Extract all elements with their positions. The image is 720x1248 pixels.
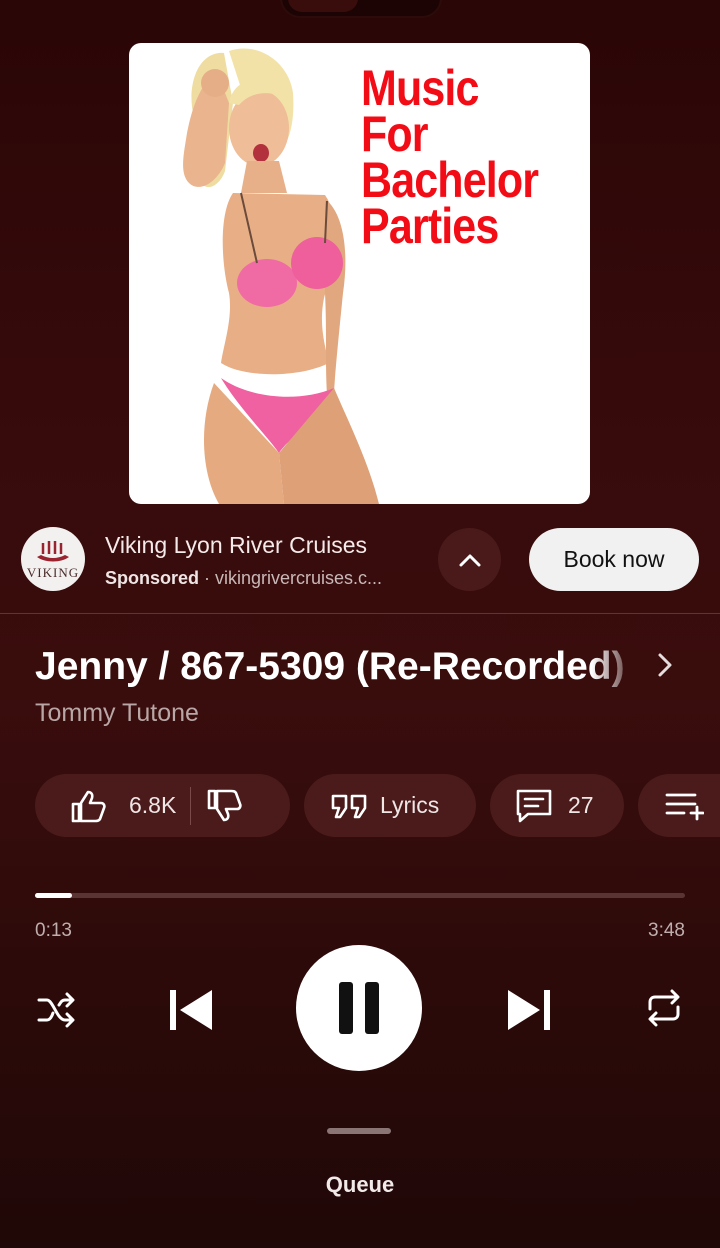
ad-expand-button[interactable]	[438, 528, 501, 591]
chevron-up-icon	[459, 554, 480, 566]
album-title-line-4: Parties	[361, 198, 499, 254]
thumbs-up-icon	[71, 790, 106, 822]
album-title-text: Music For Bachelor Parties	[361, 60, 555, 254]
pause-button[interactable]	[296, 945, 422, 1071]
shuffle-button[interactable]	[30, 984, 82, 1036]
album-title-line-1: Music	[361, 60, 479, 116]
thumbs-down-icon	[208, 789, 242, 821]
comment-count: 27	[568, 792, 594, 818]
top-segment-toggle[interactable]	[280, 0, 442, 18]
lyrics-quote-icon	[331, 794, 367, 818]
lyrics-button[interactable]: Lyrics	[304, 774, 476, 837]
sponsored-label: Sponsored	[105, 568, 200, 588]
previous-icon	[170, 990, 212, 1030]
repeat-button[interactable]	[638, 982, 690, 1034]
comments-button[interactable]: 27	[490, 774, 624, 837]
album-art: Music For Bachelor Parties	[129, 43, 590, 504]
like-button[interactable]: 6.8K	[69, 787, 176, 825]
current-time: 0:13	[35, 920, 72, 941]
sponsored-ad-row[interactable]: VIKING Viking Lyon River Cruises Sponsor…	[0, 520, 720, 600]
pause-icon	[339, 982, 379, 1034]
ad-domain: vikingrivercruises.c...	[215, 568, 383, 588]
ad-divider	[0, 613, 720, 614]
queue-tab[interactable]: Queue	[0, 1172, 720, 1198]
shuffle-icon	[37, 992, 75, 1028]
progress-bar[interactable]	[35, 893, 685, 898]
album-title-line-2: For	[361, 106, 429, 162]
chevron-right-icon[interactable]	[652, 650, 678, 680]
add-to-queue-icon	[665, 793, 704, 820]
previous-button[interactable]	[160, 981, 220, 1039]
next-icon	[508, 990, 550, 1030]
save-to-playlist-button[interactable]	[638, 774, 720, 837]
ad-subtitle: Sponsored · vikingrivercruises.c...	[105, 568, 382, 589]
top-bar-icons	[570, 0, 680, 6]
dislike-button[interactable]	[205, 787, 243, 825]
album-title-line-3: Bachelor	[361, 152, 539, 208]
total-time: 3:48	[648, 920, 685, 941]
book-now-button[interactable]: Book now	[529, 528, 699, 591]
like-count: 6.8K	[129, 792, 177, 818]
comment-icon	[516, 789, 552, 822]
song-title[interactable]: Jenny / 867-5309 (Re-Recorded)	[35, 645, 640, 689]
queue-drag-handle[interactable]	[327, 1128, 391, 1134]
ad-separator: ·	[199, 568, 216, 588]
lyrics-label: Lyrics	[380, 792, 440, 818]
repeat-icon	[648, 989, 680, 1027]
advertiser-logo-text: VIKING	[26, 565, 80, 580]
like-dislike-chip: 6.8K	[35, 774, 290, 837]
viking-ship-icon	[37, 541, 69, 562]
ad-title[interactable]: Viking Lyon River Cruises	[105, 532, 367, 559]
artist-name[interactable]: Tommy Tutone	[35, 699, 199, 728]
progress-fill	[35, 893, 73, 898]
advertiser-logo[interactable]: VIKING	[21, 527, 85, 591]
next-button[interactable]	[500, 981, 560, 1039]
